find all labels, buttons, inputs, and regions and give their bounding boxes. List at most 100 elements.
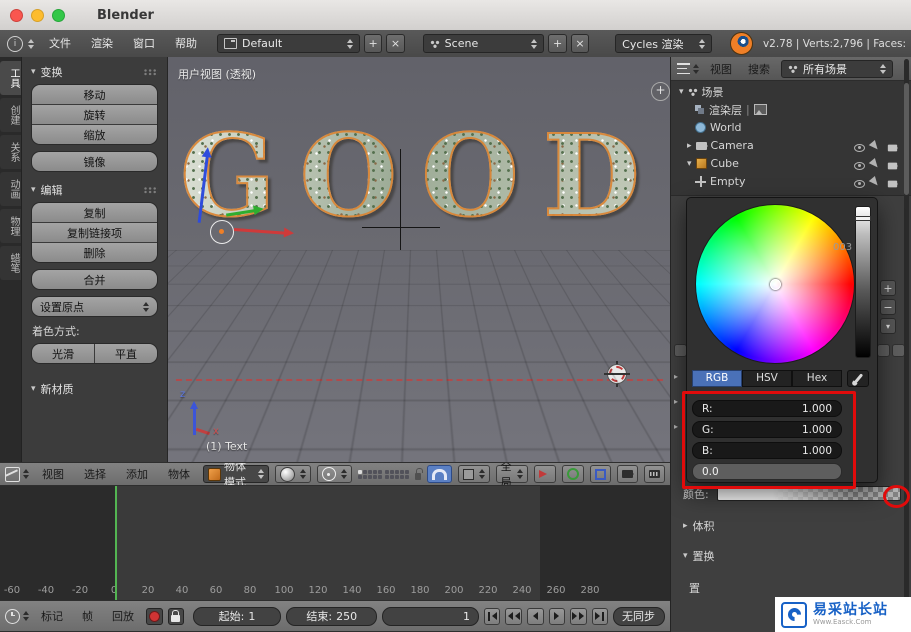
- panel-grip-icon[interactable]: [144, 186, 158, 194]
- viewport-editor-type-button[interactable]: [5, 466, 29, 482]
- expand-triangle-icon[interactable]: [679, 87, 684, 97]
- selectability-cursor-icon[interactable]: [868, 175, 884, 192]
- snap-toggle-button[interactable]: [426, 465, 452, 483]
- snap-element-dropdown[interactable]: [457, 465, 490, 483]
- renderability-camera-icon[interactable]: [887, 144, 899, 151]
- panel-grip-icon[interactable]: [144, 68, 158, 76]
- scene-lock-icon[interactable]: [414, 467, 423, 480]
- jump-to-end-button[interactable]: [591, 607, 609, 625]
- empty-restrict-toggles[interactable]: [854, 175, 899, 192]
- outliner-row-renderlayers[interactable]: 渲染层 |: [671, 101, 903, 118]
- pivot-point-dropdown[interactable]: [316, 465, 352, 483]
- window-close-button[interactable]: [10, 8, 23, 22]
- tool-tab-create[interactable]: 创建: [0, 98, 21, 132]
- outliner-menu-search[interactable]: 搜索: [741, 61, 777, 77]
- outliner-editor-type-button[interactable]: [675, 63, 701, 74]
- timeline-menu-marker[interactable]: 标记: [34, 608, 70, 624]
- scene-delete-button[interactable]: [570, 34, 590, 53]
- panel-scrollbar[interactable]: [904, 59, 909, 629]
- viewport-menu-view[interactable]: 视图: [35, 466, 71, 482]
- duplicate-button[interactable]: 复制: [32, 203, 157, 222]
- layout-add-button[interactable]: [363, 34, 383, 53]
- timeline-menu-frame[interactable]: 帧: [75, 608, 100, 624]
- value-slider-handle[interactable]: [855, 216, 871, 221]
- material-slot-specials-button[interactable]: ▾: [880, 318, 896, 334]
- tool-tab-tools[interactable]: 工具: [0, 61, 21, 95]
- tab-hex[interactable]: Hex: [792, 370, 842, 387]
- tool-tab-animation[interactable]: 动画: [0, 172, 21, 206]
- expand-triangle-icon[interactable]: [687, 159, 692, 169]
- visibility-eye-icon[interactable]: [854, 161, 865, 170]
- render-engine-selector[interactable]: Cycles 渲染: [615, 34, 712, 53]
- layout-delete-button[interactable]: [386, 34, 405, 53]
- play-reverse-button[interactable]: [526, 607, 544, 625]
- eyedropper-button[interactable]: [847, 370, 869, 387]
- outliner-display-filter-dropdown[interactable]: 所有场景: [781, 59, 893, 78]
- visibility-eye-icon[interactable]: [854, 143, 865, 152]
- scene-add-button[interactable]: [548, 34, 567, 53]
- renderability-camera-icon[interactable]: [887, 162, 899, 169]
- info-editor-type-button[interactable]: [4, 35, 37, 52]
- jump-prev-keyframe-button[interactable]: [505, 607, 522, 625]
- screen-layout-selector[interactable]: Default: [217, 34, 360, 53]
- opengl-render-image-button[interactable]: [617, 465, 638, 483]
- outliner-row-scene[interactable]: 场景: [671, 83, 903, 100]
- timeline-editor[interactable]: -60 -40 -20 0 20 40 60 80 100 120 140 16…: [0, 486, 670, 600]
- current-frame-playhead[interactable]: [115, 486, 117, 600]
- panel-header-edit[interactable]: 编辑: [31, 181, 158, 199]
- outliner-menu-view[interactable]: 视图: [703, 61, 739, 77]
- tool-tab-grease-pencil[interactable]: 蜡笔: [0, 246, 21, 280]
- properties-tab-icon-fragment[interactable]: [877, 344, 890, 357]
- mode-dropdown[interactable]: 物体模式: [203, 463, 269, 485]
- auto-keyframe-record-button[interactable]: [146, 607, 163, 625]
- color-wheel-cursor[interactable]: [770, 279, 781, 290]
- renderability-camera-icon[interactable]: [887, 180, 899, 187]
- timeline-editor-type-button[interactable]: [5, 608, 29, 624]
- properties-region-expand-icon[interactable]: [651, 82, 670, 101]
- menu-help[interactable]: 帮助: [167, 31, 205, 57]
- panel-header-displacement[interactable]: 置换: [683, 548, 715, 564]
- current-frame-field[interactable]: 1: [382, 606, 479, 626]
- outliner-row-world[interactable]: World: [671, 119, 903, 136]
- scale-button[interactable]: 缩放: [32, 124, 157, 144]
- tool-tab-relations[interactable]: 关系: [0, 135, 21, 169]
- panel-header-new-material[interactable]: 新材质: [31, 380, 158, 398]
- visibility-eye-icon[interactable]: [854, 179, 865, 188]
- color-wheel[interactable]: [695, 204, 855, 364]
- rotate-button[interactable]: 旋转: [32, 104, 157, 124]
- scrollbar-thumb[interactable]: [904, 83, 909, 195]
- join-button[interactable]: 合并: [31, 269, 158, 290]
- end-frame-field[interactable]: 结束: 250: [286, 606, 378, 626]
- manipulator-translate-toggle[interactable]: [534, 465, 556, 483]
- layer-visibility-grid[interactable]: [357, 469, 409, 479]
- material-slot-remove-button[interactable]: −: [880, 299, 896, 315]
- panel-collapse-arrow[interactable]: [674, 372, 678, 381]
- material-slot-add-button[interactable]: [880, 280, 896, 296]
- jump-next-keyframe-button[interactable]: [570, 607, 587, 625]
- mirror-button[interactable]: 镜像: [31, 151, 158, 172]
- 3d-viewport[interactable]: GOOD 用户视图 (透视) z x (1) Text: [168, 57, 670, 462]
- manipulator-scale-toggle[interactable]: [590, 465, 611, 483]
- camera-restrict-toggles[interactable]: [854, 139, 899, 156]
- window-minimize-button[interactable]: [31, 8, 44, 22]
- start-frame-field[interactable]: 起始: 1: [193, 606, 282, 626]
- panel-collapse-arrow[interactable]: [674, 397, 678, 406]
- viewport-menu-add[interactable]: 添加: [119, 466, 155, 482]
- duplicate-linked-button[interactable]: 复制链接项: [32, 222, 157, 242]
- menu-file[interactable]: 文件: [41, 31, 79, 57]
- panel-header-volume[interactable]: 体积: [683, 518, 715, 534]
- viewport-shading-dropdown[interactable]: [274, 465, 311, 483]
- translate-button[interactable]: 移动: [32, 85, 157, 104]
- shade-flat-button[interactable]: 平直: [94, 344, 157, 363]
- window-zoom-button[interactable]: [52, 8, 65, 22]
- transform-orientation-dropdown[interactable]: 全局: [495, 463, 528, 485]
- set-origin-dropdown[interactable]: 设置原点: [31, 296, 158, 317]
- delete-button[interactable]: 删除: [32, 242, 157, 262]
- cube-restrict-toggles[interactable]: [854, 157, 899, 174]
- selectability-cursor-icon[interactable]: [868, 157, 884, 174]
- menu-render[interactable]: 渲染: [83, 31, 121, 57]
- tool-tab-physics[interactable]: 物理: [0, 209, 21, 243]
- opengl-render-animation-button[interactable]: [644, 465, 665, 483]
- expand-triangle-icon[interactable]: [687, 141, 692, 151]
- tab-rgb[interactable]: RGB: [692, 370, 742, 387]
